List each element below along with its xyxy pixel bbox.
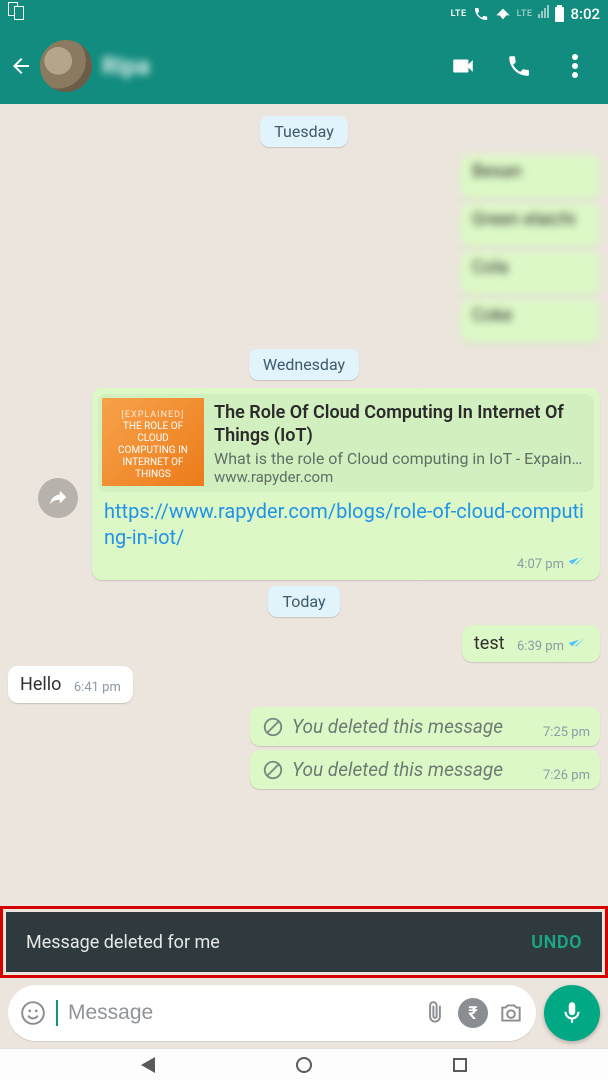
status-clock: 8:02 bbox=[570, 5, 600, 23]
thumb-subtitle: THE ROLE OF CLOUD COMPUTING IN INTERNET … bbox=[108, 421, 198, 481]
outgoing-message-blurred[interactable]: Green elaichi bbox=[8, 203, 600, 247]
message-text: Hello bbox=[20, 674, 61, 695]
compose-input-box[interactable]: ₹ bbox=[8, 985, 536, 1041]
read-receipt-icon bbox=[568, 636, 588, 654]
text-caret bbox=[56, 1000, 58, 1026]
emoji-icon[interactable] bbox=[20, 1000, 46, 1026]
message-link-text[interactable]: https://www.rapyder.com/blogs/role-of-cl… bbox=[98, 492, 594, 552]
android-nav-bar bbox=[0, 1048, 608, 1080]
battery-icon bbox=[555, 7, 564, 22]
signal-icon bbox=[538, 6, 549, 22]
arrow-left-icon bbox=[9, 54, 33, 78]
message-time: 6:39 pm bbox=[517, 639, 564, 654]
message-text: Green elaichi bbox=[472, 209, 576, 230]
outgoing-message[interactable]: test 6:39 pm bbox=[8, 625, 600, 662]
video-call-button[interactable] bbox=[440, 43, 486, 89]
outgoing-message-blurred[interactable]: Besan bbox=[8, 155, 600, 199]
notification-icon bbox=[8, 4, 24, 20]
phone-icon bbox=[506, 53, 532, 79]
video-icon bbox=[450, 53, 476, 79]
snackbar: Message deleted for me UNDO bbox=[6, 912, 602, 972]
camera-icon[interactable] bbox=[498, 1000, 524, 1026]
preview-description: What is the role of Cloud computing in I… bbox=[214, 449, 584, 468]
snackbar-text: Message deleted for me bbox=[26, 932, 220, 953]
wifi-icon bbox=[495, 6, 511, 22]
contact-avatar[interactable] bbox=[40, 40, 92, 92]
message-composer: ₹ bbox=[0, 978, 608, 1048]
nav-back-button[interactable] bbox=[141, 1057, 155, 1073]
preview-title: The Role Of Cloud Computing In Internet … bbox=[214, 402, 584, 447]
message-time: 7:26 pm bbox=[543, 768, 590, 783]
incoming-message[interactable]: Hello 6:41 pm bbox=[8, 666, 600, 703]
kebab-icon bbox=[572, 63, 578, 69]
day-separator-today: Today bbox=[268, 586, 339, 617]
deleted-text: You deleted this message bbox=[292, 758, 503, 781]
payment-button[interactable]: ₹ bbox=[458, 998, 488, 1028]
message-input[interactable] bbox=[68, 1001, 412, 1025]
preview-domain: www.rapyder.com bbox=[214, 468, 584, 486]
no-entry-icon bbox=[262, 759, 284, 781]
voice-call-button[interactable] bbox=[496, 43, 542, 89]
chat-header: Ripa bbox=[0, 28, 608, 104]
day-separator-wednesday: Wednesday bbox=[249, 349, 359, 380]
message-text: Cola bbox=[472, 257, 508, 278]
android-status-bar: LTE LTE 8:02 bbox=[0, 0, 608, 28]
more-options-button[interactable] bbox=[552, 43, 598, 89]
attachment-icon[interactable] bbox=[422, 1000, 448, 1026]
nav-recents-button[interactable] bbox=[453, 1058, 467, 1072]
message-text: Coke bbox=[472, 305, 512, 326]
lte-label-2: LTE bbox=[517, 9, 533, 19]
message-time: 6:41 pm bbox=[74, 680, 121, 695]
status-notifications bbox=[8, 4, 24, 24]
link-preview[interactable]: [EXPLAINED] THE ROLE OF CLOUD COMPUTING … bbox=[98, 394, 594, 492]
thumb-label: [EXPLAINED] bbox=[108, 410, 198, 421]
voice-record-button[interactable] bbox=[544, 985, 600, 1041]
no-entry-icon bbox=[262, 716, 284, 738]
outgoing-message-blurred[interactable]: Coke bbox=[8, 299, 600, 343]
outgoing-message-blurred[interactable]: Cola bbox=[8, 251, 600, 295]
highlight-annotation: Message deleted for me UNDO bbox=[0, 906, 608, 978]
nav-home-button[interactable] bbox=[296, 1057, 312, 1073]
chat-area[interactable]: Tuesday Besan Green elaichi Cola Coke We… bbox=[0, 104, 608, 978]
lte-label-1: LTE bbox=[451, 9, 467, 19]
forward-arrow-icon bbox=[47, 487, 69, 509]
message-time: 4:07 pm bbox=[517, 557, 564, 572]
back-button[interactable] bbox=[6, 46, 36, 86]
mic-icon bbox=[559, 1000, 585, 1026]
outgoing-message-deleted[interactable]: You deleted this message 7:26 pm bbox=[8, 750, 600, 789]
outgoing-message-link[interactable]: [EXPLAINED] THE ROLE OF CLOUD COMPUTING … bbox=[8, 388, 600, 580]
forward-button[interactable] bbox=[38, 478, 78, 518]
read-receipt-icon bbox=[568, 554, 588, 572]
message-text: test bbox=[474, 633, 505, 654]
message-text: Besan bbox=[472, 161, 522, 182]
day-separator-tuesday: Tuesday bbox=[260, 116, 348, 147]
undo-button[interactable]: UNDO bbox=[531, 932, 582, 953]
volte-call-icon bbox=[473, 6, 489, 22]
deleted-text: You deleted this message bbox=[292, 715, 503, 738]
contact-name[interactable]: Ripa bbox=[102, 52, 150, 80]
message-time: 7:25 pm bbox=[543, 725, 590, 740]
outgoing-message-deleted[interactable]: You deleted this message 7:25 pm bbox=[8, 707, 600, 746]
preview-thumbnail: [EXPLAINED] THE ROLE OF CLOUD COMPUTING … bbox=[102, 398, 204, 486]
